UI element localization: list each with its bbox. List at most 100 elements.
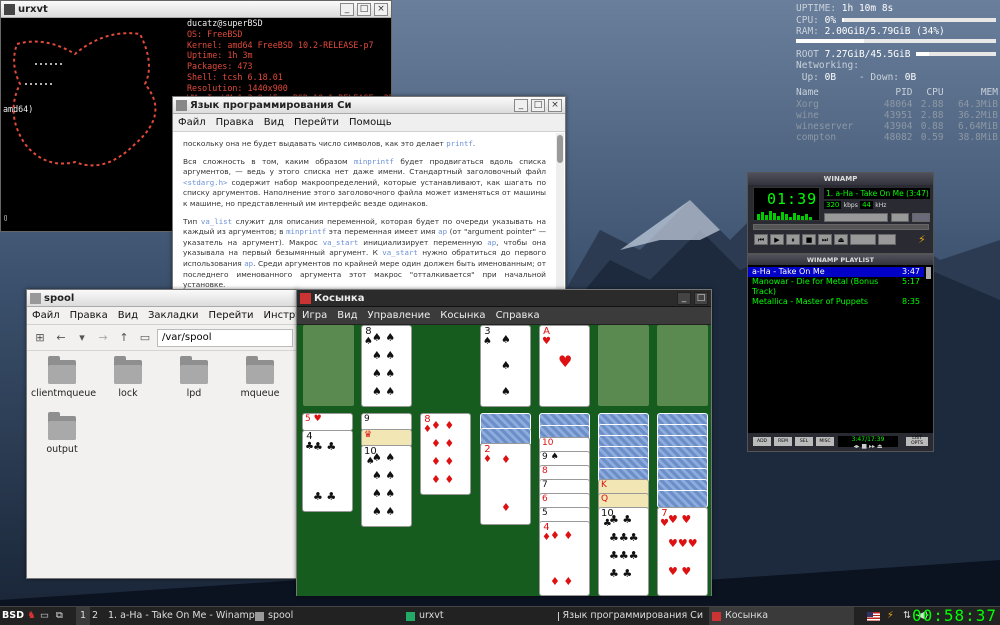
maximize-button[interactable]: □ bbox=[357, 2, 371, 16]
folder-item-clientmqueue[interactable]: clientmqueue bbox=[31, 356, 96, 399]
sel-button[interactable]: SEL bbox=[795, 437, 813, 446]
winamp-tray-icon[interactable]: ⚡ bbox=[887, 607, 894, 625]
minimize-button[interactable]: _ bbox=[677, 291, 691, 305]
maximize-button[interactable]: □ bbox=[694, 291, 708, 305]
history-dropdown-icon[interactable]: ▾ bbox=[73, 329, 91, 347]
tableau-card-4-diamonds[interactable]: 4 ♦ ♦ ♦ ♦ ♦ bbox=[539, 521, 590, 596]
playlist-titlebar[interactable]: WINAMP PLAYLIST bbox=[748, 255, 933, 265]
menu-item-0[interactable]: Файл bbox=[178, 117, 206, 128]
doc-content[interactable]: поскольку она не будет выдавать число си… bbox=[173, 133, 556, 291]
winamp-main-window[interactable]: WINAMP 01:39 1. a-Ha - Take On Me (3:47)… bbox=[747, 172, 934, 254]
tableau-card-7-hearts[interactable]: 7 ♥ ♥ ♥ ♥♥♥ ♥ ♥ bbox=[657, 507, 708, 596]
show-desktop-icon[interactable]: ▭ bbox=[40, 607, 49, 625]
us-flag-icon[interactable] bbox=[867, 607, 880, 625]
menu-item-4[interactable]: Помощь bbox=[349, 117, 392, 128]
workspace-2[interactable]: 2 bbox=[88, 607, 102, 625]
seek-bar[interactable] bbox=[753, 224, 929, 230]
menu-item-2[interactable]: Управление bbox=[368, 310, 431, 321]
tableau-card-10-clubs[interactable]: 10 ♣ ♣ ♣ ♣♣♣ ♣♣♣ ♣ ♣ bbox=[598, 507, 649, 596]
shuffle-button[interactable] bbox=[850, 234, 876, 245]
minimize-button[interactable]: _ bbox=[514, 98, 528, 112]
task-urxvt[interactable]: urxvt bbox=[406, 607, 551, 625]
balance-slider[interactable] bbox=[891, 213, 909, 222]
eq-pl-toggles[interactable] bbox=[912, 213, 930, 222]
tableau-card-8-diamonds[interactable]: 8 ♦ ♦ ♦ ♦ ♦ ♦ ♦ ♦ ♦ bbox=[420, 413, 471, 495]
winamp-logo-icon[interactable]: ⚡ bbox=[918, 233, 926, 246]
c-language-doc-window[interactable]: Язык программирования Си _ □ × Файл Правк… bbox=[172, 96, 566, 292]
menu-item-3[interactable]: Закладки bbox=[148, 310, 199, 321]
minimize-button[interactable]: _ bbox=[340, 2, 354, 16]
doc-titlebar[interactable]: Язык программирования Си _ □ × bbox=[173, 97, 565, 114]
folder-item-lock[interactable]: lock bbox=[97, 356, 159, 399]
menu-item-1[interactable]: Правка bbox=[216, 117, 254, 128]
network-icon[interactable]: ⇅ bbox=[903, 607, 911, 625]
forward-arrow-icon[interactable]: → bbox=[94, 329, 112, 347]
folder-item-output[interactable]: output bbox=[31, 412, 93, 455]
spool-file-manager-window[interactable]: spool ФайлПравкаВидЗакладкиПерейтиИнстру… bbox=[26, 289, 335, 579]
spool-titlebar[interactable]: spool bbox=[27, 290, 297, 307]
terminal-icon bbox=[4, 3, 15, 15]
foundation-card-3-spades[interactable]: 3 ♠ ♠ ♠ ♠ bbox=[480, 325, 531, 407]
close-button[interactable]: × bbox=[548, 98, 562, 112]
tableau-card-10-spades[interactable]: 10 ♠ ♠ ♠ ♠ ♠ ♠ ♠ ♠ ♠ bbox=[361, 445, 412, 527]
rem-button[interactable]: REM bbox=[774, 437, 792, 446]
task-winamp[interactable]: 1. a-Ha - Take On Me - Winamp bbox=[104, 607, 255, 625]
playlist-item[interactable]: a-Ha - Take On Me 3:47 bbox=[748, 267, 924, 277]
stock-pile[interactable] bbox=[303, 325, 354, 406]
menu-item-4[interactable]: Справка bbox=[496, 310, 540, 321]
playlist-item[interactable]: Metallica - Master of Puppets 8:35 bbox=[748, 297, 924, 307]
folder-icon bbox=[48, 356, 76, 384]
add-button[interactable]: ADD bbox=[753, 437, 771, 446]
menu-item-1[interactable]: Правка bbox=[70, 310, 108, 321]
urxvt-titlebar[interactable]: urxvt _ □ × bbox=[1, 1, 391, 18]
eject-button[interactable]: ⏏ bbox=[834, 234, 848, 245]
task-solitaire[interactable]: Косынка bbox=[709, 607, 854, 625]
tableau-card-4-clubs[interactable]: 4 ♣ ♣ ♣ ♣ ♣ bbox=[302, 430, 353, 512]
pause-button[interactable]: ⏸ bbox=[786, 234, 800, 245]
winamp-playlist-window[interactable]: WINAMP PLAYLIST a-Ha - Take On Me 3:47 Man… bbox=[747, 254, 934, 452]
card-table[interactable]: 8 ♠ ♠ ♠ ♠ ♠ ♠ ♠ ♠ ♠ 3 ♠ ♠ ♠ ♠ A ♥ ♥ 5 ♥ 4 ♣ ♣ ♣ ♣ ♣ 9 … bbox=[297, 325, 711, 596]
close-button[interactable]: × bbox=[374, 2, 388, 16]
winamp-titlebar[interactable]: WINAMP bbox=[748, 173, 933, 185]
window-list-icon[interactable]: ⧉ bbox=[56, 607, 63, 625]
waste-card-8-spades[interactable]: 8 ♠ ♠ ♠ ♠ ♠ ♠ ♠ ♠ ♠ bbox=[361, 325, 412, 407]
solitaire-titlebar[interactable]: Косынка _ □ bbox=[297, 290, 711, 307]
menu-item-1[interactable]: Вид bbox=[337, 310, 357, 321]
location-input[interactable]: /var/spool bbox=[157, 328, 293, 347]
doc-scrollbar[interactable] bbox=[556, 133, 564, 290]
back-arrow-icon[interactable]: ← bbox=[52, 329, 70, 347]
folder-item-lpd[interactable]: lpd bbox=[163, 356, 225, 399]
task-c-doc[interactable]: Язык программирования Си bbox=[558, 607, 703, 625]
folder-path-icon: ▭ bbox=[139, 330, 151, 344]
playlist-scrollbar[interactable] bbox=[926, 267, 931, 279]
solitaire-window[interactable]: Косынка _ □ Игра Вид Управление Косынка Спра… bbox=[296, 289, 712, 596]
new-tab-icon[interactable]: ⊞ bbox=[31, 329, 49, 347]
tableau-card-5-hearts[interactable]: 5 ♥ bbox=[302, 413, 353, 431]
menu-item-0[interactable]: Игра bbox=[302, 310, 327, 321]
folder-item-mqueue[interactable]: mqueue bbox=[229, 356, 291, 399]
volume-slider[interactable] bbox=[824, 213, 888, 222]
menu-item-3[interactable]: Косынка bbox=[440, 310, 485, 321]
task-spool[interactable]: spool bbox=[255, 607, 400, 625]
foundation-card-ace-hearts[interactable]: A ♥ ♥ bbox=[539, 325, 590, 407]
previous-button[interactable]: ⏮ bbox=[754, 234, 768, 245]
start-button[interactable]: BSD ♞ bbox=[2, 607, 36, 625]
next-button[interactable]: ⏭ bbox=[818, 234, 832, 245]
maximize-button[interactable]: □ bbox=[531, 98, 545, 112]
playlist-mini-controls[interactable]: ◂▸ ■ ▸▸ ⏏ bbox=[853, 443, 882, 450]
misc-button[interactable]: MISC bbox=[816, 437, 834, 446]
stop-button[interactable]: ■ bbox=[802, 234, 816, 245]
tableau-card-2-diamonds[interactable]: 2 ♦ ♦ ♦ bbox=[480, 443, 531, 525]
foundation-slot-empty[interactable] bbox=[657, 325, 708, 406]
menu-item-3[interactable]: Перейти bbox=[294, 117, 339, 128]
up-arrow-icon[interactable]: ↑ bbox=[115, 329, 133, 347]
menu-item-2[interactable]: Вид bbox=[118, 310, 138, 321]
list-opts-button[interactable]: LIST OPTS bbox=[906, 436, 928, 446]
playlist-item[interactable]: Manowar - Die for Metal (Bonus Track) 5:1… bbox=[748, 277, 924, 297]
menu-item-2[interactable]: Вид bbox=[264, 117, 284, 128]
repeat-button[interactable] bbox=[878, 234, 896, 245]
play-button[interactable]: ▶ bbox=[770, 234, 784, 245]
menu-item-4[interactable]: Перейти bbox=[209, 310, 254, 321]
menu-item-0[interactable]: Файл bbox=[32, 310, 60, 321]
foundation-slot-empty[interactable] bbox=[598, 325, 649, 406]
